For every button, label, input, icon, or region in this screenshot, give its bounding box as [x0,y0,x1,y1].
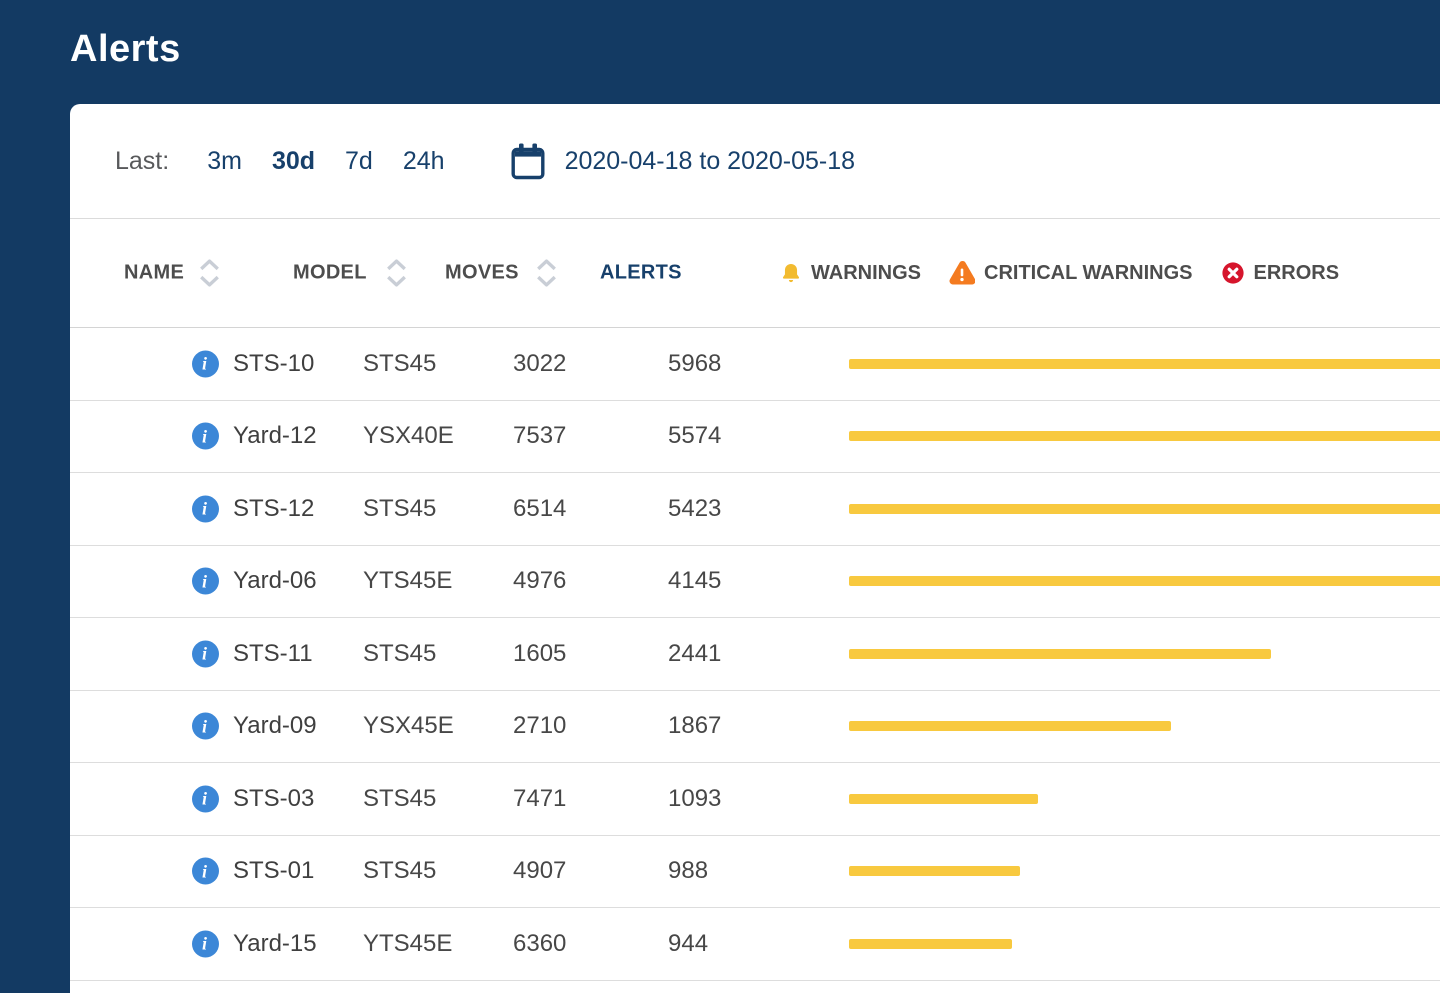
table-row: i STS-10 STS45 3022 5968 [70,328,1440,401]
row-alerts: 1867 [668,712,721,740]
row-name: Yard-09 [233,712,317,740]
info-icon[interactable]: i [192,785,219,812]
row-alerts: 988 [668,857,708,885]
row-name: STS-12 [233,495,314,523]
row-model: YTS45E [363,567,452,595]
row-alerts: 1093 [668,785,721,813]
row-model: YSX45E [363,712,454,740]
row-moves: 1605 [513,640,566,668]
row-model: STS45 [363,495,436,523]
info-icon[interactable]: i [192,930,219,957]
warnings-bar [849,504,1440,514]
critical-triangle-icon [949,261,975,285]
table-row: i Yard-06 YTS45E 4976 4145 [70,546,1440,619]
row-model: STS45 [363,785,436,813]
row-model: STS45 [363,350,436,378]
row-alerts: 5423 [668,495,721,523]
warnings-bar [849,721,1171,731]
time-range-option[interactable]: 7d [345,147,373,176]
sort-icon-model[interactable] [384,258,409,289]
table-row: i STS-01 STS45 4907 988 [70,836,1440,909]
bell-icon [780,261,802,285]
info-icon[interactable]: i [192,568,219,595]
warnings-bar-track [849,431,1440,441]
row-model: STS45 [363,857,436,885]
table-row: i Yard-09 YSX45E 2710 1867 [70,691,1440,764]
row-name: Yard-12 [233,422,317,450]
filter-label: Last: [115,147,169,176]
info-icon[interactable]: i [192,713,219,740]
alerts-legend: WARNINGS CRITICAL WARNINGS ERRORS [780,261,1339,285]
info-icon[interactable]: i [192,858,219,885]
date-range[interactable]: 2020-04-18 to 2020-05-18 [565,147,856,176]
column-header-alerts[interactable]: ALERTS [600,262,682,285]
time-range-option[interactable]: 24h [403,147,445,176]
warnings-bar-track [849,359,1440,369]
column-header-moves[interactable]: MOVES [445,262,519,285]
row-name: STS-03 [233,785,314,813]
row-alerts: 5968 [668,350,721,378]
warnings-bar-track [849,939,1440,949]
warnings-bar-track [849,721,1440,731]
info-icon[interactable]: i [192,495,219,522]
alerts-card: Last: 3m 30d 7d 24h 2020-04-18 to 2020-0… [70,104,1440,993]
row-moves: 7537 [513,422,566,450]
warnings-bar [849,576,1440,586]
info-icon[interactable]: i [192,350,219,377]
info-icon[interactable]: i [192,640,219,667]
column-header-model[interactable]: MODEL [293,262,367,285]
warnings-bar [849,939,1012,949]
table-row: i STS-12 STS45 6514 5423 [70,473,1440,546]
row-name: STS-10 [233,350,314,378]
row-moves: 7471 [513,785,566,813]
row-name: STS-11 [233,640,313,668]
row-moves: 4907 [513,857,566,885]
warnings-bar-track [849,794,1440,804]
warnings-bar [849,649,1271,659]
time-range-options: 3m 30d 7d 24h [207,147,444,176]
table-row: i Yard-12 YSX40E 7537 5574 [70,401,1440,474]
row-model: YSX40E [363,422,454,450]
warnings-bar-track [849,504,1440,514]
warnings-bar-track [849,576,1440,586]
row-name: STS-01 [233,857,314,885]
info-icon[interactable]: i [192,423,219,450]
row-name: Yard-15 [233,930,317,958]
time-filter-bar: Last: 3m 30d 7d 24h 2020-04-18 to 2020-0… [70,104,1440,219]
row-model: YTS45E [363,930,452,958]
table-header: NAME MODEL MOVES ALERTS WARNINGS [70,219,1440,328]
sort-icon-moves[interactable] [534,258,559,289]
legend-errors: ERRORS [1221,261,1340,285]
warnings-bar [849,866,1020,876]
row-alerts: 944 [668,930,708,958]
row-moves: 6360 [513,930,566,958]
row-name: Yard-06 [233,567,317,595]
row-moves: 2710 [513,712,566,740]
legend-critical-warnings: CRITICAL WARNINGS [949,261,1193,285]
warnings-bar-track [849,649,1440,659]
time-range-option[interactable]: 30d [272,147,315,176]
error-circle-icon [1221,261,1245,285]
warnings-bar [849,431,1440,441]
row-alerts: 4145 [668,567,721,595]
row-alerts: 2441 [668,640,721,668]
row-alerts: 5574 [668,422,721,450]
row-moves: 3022 [513,350,566,378]
calendar-icon[interactable] [511,143,545,180]
row-moves: 6514 [513,495,566,523]
column-header-name[interactable]: NAME [124,262,184,285]
table-row: i Yard-15 YTS45E 6360 944 [70,908,1440,981]
warnings-bar [849,794,1038,804]
legend-warnings: WARNINGS [780,261,921,285]
warnings-bar [849,359,1440,369]
row-model: STS45 [363,640,436,668]
table-row: i STS-03 STS45 7471 1093 [70,763,1440,836]
warnings-bar-track [849,866,1440,876]
table-row: i STS-11 STS45 1605 2441 [70,618,1440,691]
time-range-option[interactable]: 3m [207,147,242,176]
table-body: i STS-10 STS45 3022 5968 i Yard-12 YSX40… [70,328,1440,981]
page-title: Alerts [70,28,181,71]
row-moves: 4976 [513,567,566,595]
sort-icon-name[interactable] [197,258,222,289]
